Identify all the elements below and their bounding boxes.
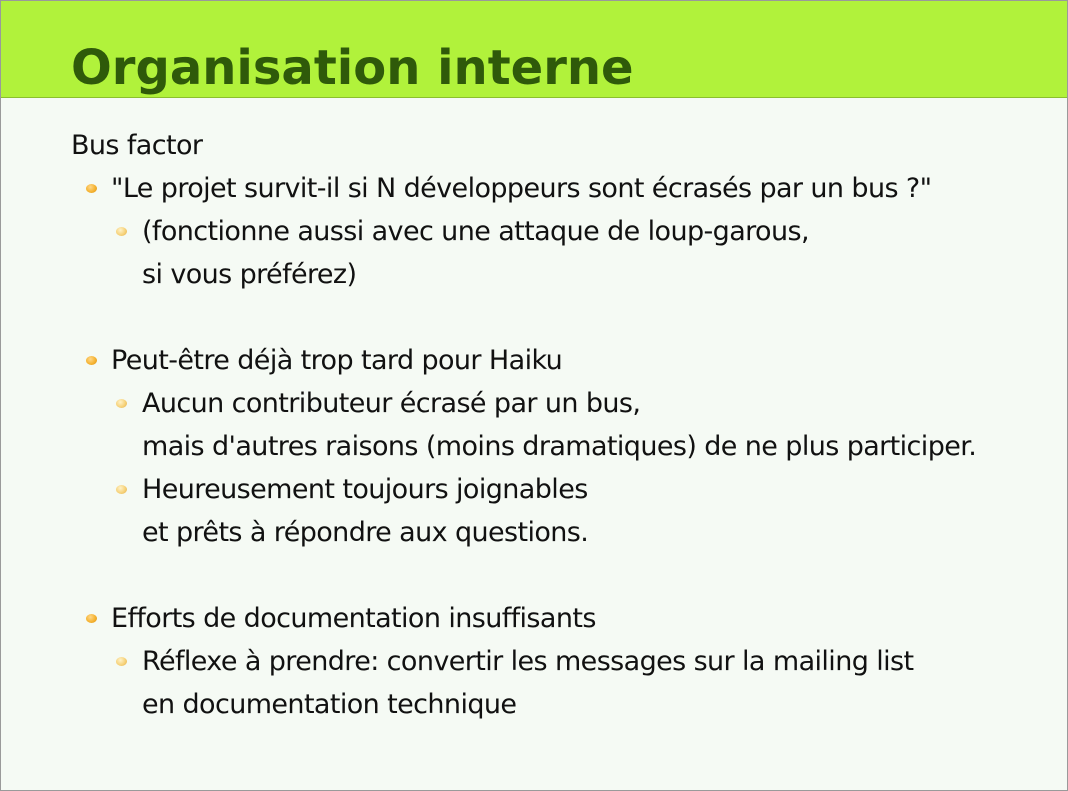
- list-item: Efforts de documentation insuffisants: [111, 603, 596, 634]
- bullet-icon: [86, 356, 97, 365]
- sub-bullet-icon: [116, 657, 127, 666]
- sub-bullet-icon: [116, 227, 127, 236]
- sub-list-item-continuation: en documentation technique: [142, 689, 517, 720]
- slide-title: Organisation interne: [71, 40, 634, 96]
- bullet-icon: [86, 614, 97, 623]
- sub-bullet-icon: [116, 399, 127, 408]
- section-heading: Bus factor: [71, 130, 203, 161]
- sub-list-item-continuation: et prêts à répondre aux questions.: [142, 517, 589, 548]
- list-item: "Le projet survit-il si N développeurs s…: [111, 173, 932, 204]
- slide: Organisation interne Bus factor "Le proj…: [0, 0, 1068, 791]
- sub-list-item-continuation: mais d'autres raisons (moins dramatiques…: [142, 431, 977, 462]
- sub-list-item: Réflexe à prendre: convertir les message…: [142, 646, 914, 677]
- sub-list-item: Heureusement toujours joignables: [142, 474, 588, 505]
- sub-bullet-icon: [116, 485, 127, 494]
- sub-list-item: Aucun contributeur écrasé par un bus,: [142, 388, 641, 419]
- sub-list-item-continuation: si vous préférez): [142, 259, 357, 290]
- bullet-icon: [86, 184, 97, 193]
- list-item: Peut-être déjà trop tard pour Haiku: [111, 345, 563, 376]
- sub-list-item: (fonctionne aussi avec une attaque de lo…: [142, 216, 810, 247]
- title-bar: Organisation interne: [1, 1, 1067, 98]
